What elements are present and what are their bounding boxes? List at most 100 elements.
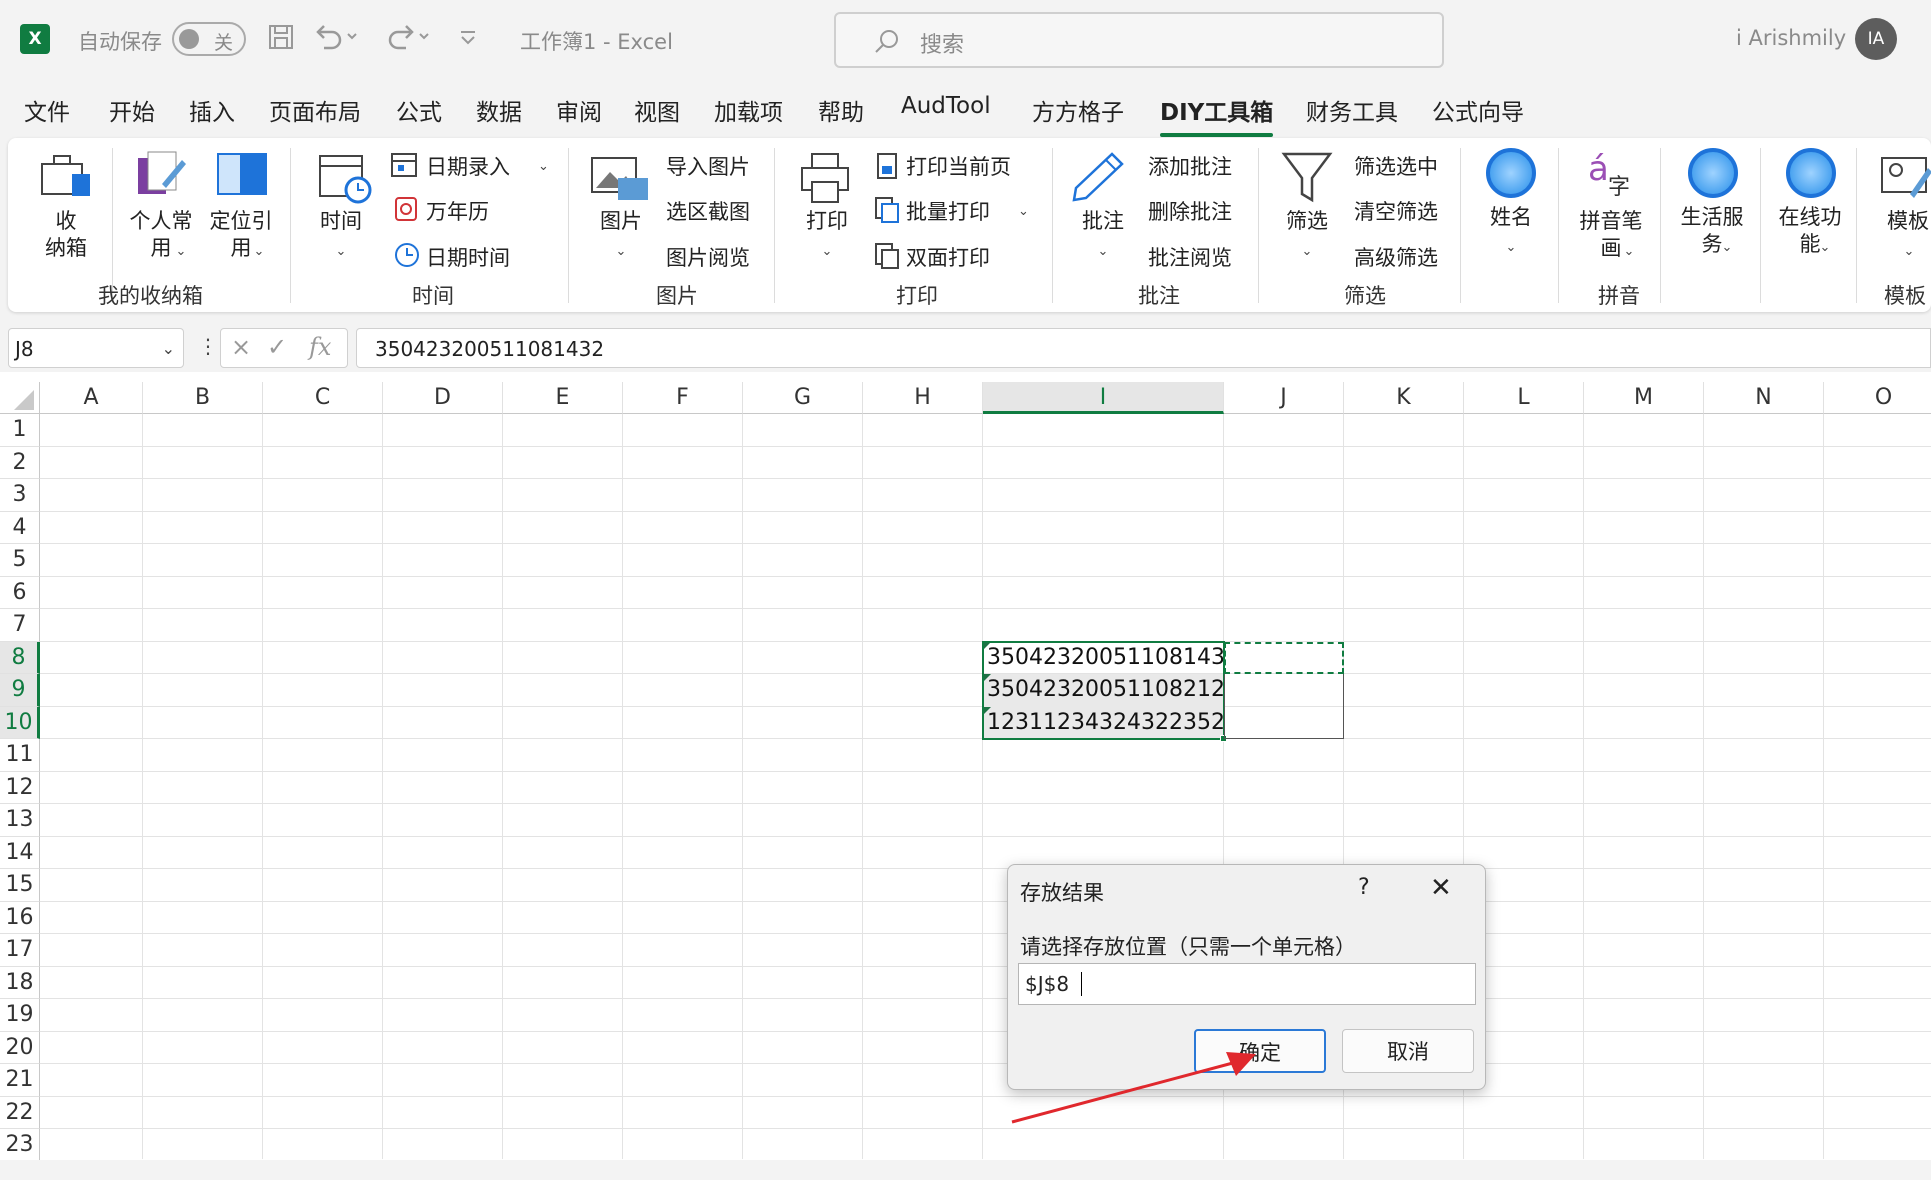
perpetual-calendar-button[interactable]: 万年历 [426,196,489,226]
row-header-4[interactable]: 4 [0,511,40,544]
tab-addins[interactable]: 加载项 [714,93,783,127]
tab-view[interactable]: 视图 [634,93,680,127]
tab-insert[interactable]: 插入 [189,93,235,127]
online-function-button[interactable]: 在线功 能 [1774,204,1846,258]
row-header-2[interactable]: 2 [0,446,40,479]
column-header-j[interactable]: J [1224,382,1344,414]
picture-browse-button[interactable]: 图片阅览 [666,242,750,272]
column-header-i[interactable]: I [983,382,1224,414]
date-entry-button[interactable]: 日期录入 [426,151,510,181]
date-time-button[interactable]: 日期时间 [426,242,510,272]
template-button[interactable]: 模板 [1884,208,1931,235]
row-header-19[interactable]: 19 [0,999,40,1032]
cancel-icon[interactable]: × [231,333,251,361]
row-header-8[interactable]: 8 [0,641,40,674]
column-header-b[interactable]: B [143,382,263,414]
redo-icon[interactable] [384,22,430,59]
tab-formula-wizard[interactable]: 公式向导 [1432,93,1524,127]
row-header-10[interactable]: 10 [0,706,40,739]
row-header-5[interactable]: 5 [0,544,40,577]
life-service-button[interactable]: 生活服 务 [1676,204,1748,258]
column-header-a[interactable]: A [40,382,143,414]
time-button[interactable]: 时间 [318,208,364,235]
storage-box-button[interactable]: 收 纳箱 [42,208,90,262]
print-button[interactable]: 打印 [804,208,850,235]
row-header-23[interactable]: 23 [0,1129,40,1162]
row-header-11[interactable]: 11 [0,739,40,772]
column-header-k[interactable]: K [1344,382,1464,414]
row-header-16[interactable]: 16 [0,901,40,934]
search-box[interactable]: 搜索 [834,12,1444,68]
column-header-o[interactable]: O [1824,382,1931,414]
column-header-c[interactable]: C [263,382,383,414]
comment-button[interactable]: 批注 [1080,208,1126,235]
row-header-17[interactable]: 17 [0,934,40,967]
row-header-12[interactable]: 12 [0,771,40,804]
tab-page-layout[interactable]: 页面布局 [269,93,361,127]
location-input[interactable]: $J$8 [1018,963,1476,1005]
view-comment-button[interactable]: 批注阅览 [1148,242,1232,272]
chevron-down-icon[interactable]: ⌄ [538,151,549,175]
save-icon[interactable] [266,22,296,59]
delete-comment-button[interactable]: 删除批注 [1148,196,1232,226]
column-header-e[interactable]: E [503,382,623,414]
name-box[interactable]: J8 ⌄ [8,328,184,368]
row-header-9[interactable]: 9 [0,674,40,707]
avatar[interactable]: IA [1855,18,1897,60]
column-header-m[interactable]: M [1584,382,1704,414]
add-comment-button[interactable]: 添加批注 [1148,151,1232,181]
column-header-f[interactable]: F [623,382,743,414]
enter-icon[interactable]: ✓ [267,333,287,361]
autosave-toggle[interactable]: 关 [172,22,246,56]
row-header-20[interactable]: 20 [0,1031,40,1064]
filter-selected-button[interactable]: 筛选选中 [1354,151,1438,181]
region-screenshot-button[interactable]: 选区截图 [666,196,750,226]
column-header-l[interactable]: L [1464,382,1584,414]
more-options-icon[interactable]: ⋮ [198,334,218,358]
duplex-print-button[interactable]: 双面打印 [906,242,990,272]
tab-review[interactable]: 审阅 [556,93,602,127]
column-header-n[interactable]: N [1704,382,1824,414]
tab-data[interactable]: 数据 [476,93,522,127]
tab-fangfang[interactable]: 方方格子 [1032,93,1124,127]
filter-button[interactable]: 筛选 [1284,208,1330,235]
user-name[interactable]: i Arishmily [1736,26,1846,50]
help-icon[interactable]: ? [1358,875,1370,900]
batch-print-button[interactable]: 批量打印 [906,196,990,226]
column-header-g[interactable]: G [743,382,863,414]
customize-quick-access-icon[interactable] [458,22,478,59]
tab-diy-toolbox[interactable]: DIY工具箱 [1160,93,1274,137]
tab-formulas[interactable]: 公式 [396,93,442,127]
tab-audtool[interactable]: AudTool [901,93,991,119]
row-header-21[interactable]: 21 [0,1064,40,1097]
row-header-18[interactable]: 18 [0,966,40,999]
row-header-14[interactable]: 14 [0,836,40,869]
row-header-6[interactable]: 6 [0,576,40,609]
clear-filter-button[interactable]: 清空筛选 [1354,196,1438,226]
import-picture-button[interactable]: 导入图片 [666,151,750,181]
column-header-d[interactable]: D [383,382,503,414]
picture-button[interactable]: 图片 [598,208,644,235]
row-header-7[interactable]: 7 [0,609,40,642]
print-current-page-button[interactable]: 打印当前页 [906,151,1011,181]
row-header-22[interactable]: 22 [0,1096,40,1129]
name-button[interactable]: 姓名 [1488,204,1534,231]
tab-file[interactable]: 文件 [24,93,70,127]
cell-grid[interactable]: 350423200511081432 350423200511082123 1231… [40,414,1931,1159]
chevron-down-icon[interactable]: ⌄ [1018,196,1029,220]
insert-function-icon[interactable]: fx [309,333,331,361]
cancel-button[interactable]: 取消 [1342,1029,1474,1073]
column-header-h[interactable]: H [863,382,983,414]
select-all-corner[interactable] [0,382,40,414]
undo-icon[interactable] [312,22,358,59]
advanced-filter-button[interactable]: 高级筛选 [1354,242,1438,272]
tab-help[interactable]: 帮助 [818,93,864,127]
row-header-13[interactable]: 13 [0,804,40,837]
tab-finance-tools[interactable]: 财务工具 [1306,93,1398,127]
tab-home[interactable]: 开始 [109,93,155,127]
formula-input[interactable]: 350423200511081432 [356,328,1931,368]
row-header-1[interactable]: 1 [0,414,40,447]
row-header-15[interactable]: 15 [0,869,40,902]
close-icon[interactable]: ✕ [1430,873,1452,903]
chevron-down-icon[interactable]: ⌄ [162,339,175,358]
